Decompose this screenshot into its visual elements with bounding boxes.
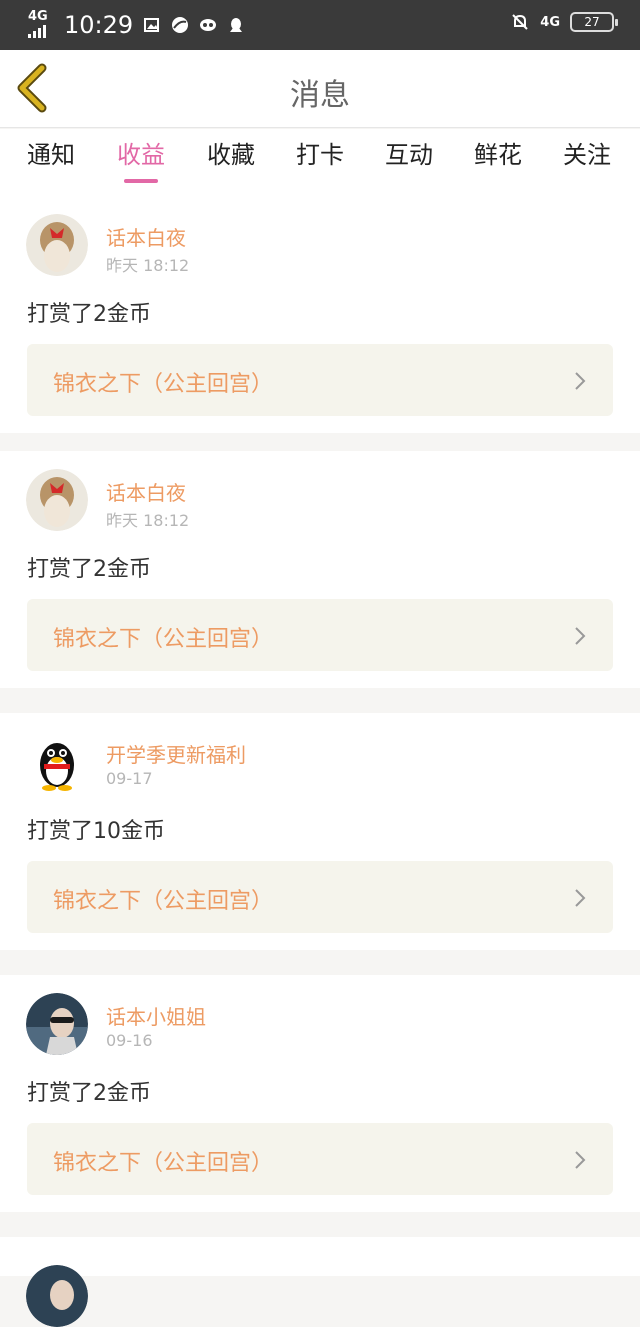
avatar[interactable]	[26, 731, 88, 793]
message-text: 打赏了2金币	[27, 557, 151, 582]
timestamp: 09-17	[106, 769, 153, 788]
book-link[interactable]: 锦衣之下（公主回宫）	[27, 344, 613, 416]
doll-avatar-icon	[26, 469, 88, 531]
gallery-icon	[144, 18, 160, 32]
status-bar: 4G 10:29 4G 27	[0, 0, 640, 50]
list-item: 话本白夜 昨天 18:12 打赏了2金币 锦衣之下（公主回宫）	[0, 451, 640, 688]
list-item: 话本小姐姐 09-16 打赏了2金币 锦衣之下（公主回宫）	[0, 975, 640, 1212]
user-name[interactable]: 开学季更新福利	[106, 739, 246, 768]
list-item: 话本白夜 昨天 18:12 打赏了2金币 锦衣之下（公主回宫）	[0, 196, 640, 433]
chevron-right-icon	[575, 627, 586, 645]
status-right: 4G 27	[510, 12, 618, 32]
browser-icon	[172, 17, 189, 33]
avatar[interactable]	[26, 214, 88, 276]
signal-icon: 4G	[28, 9, 54, 39]
tab-following[interactable]: 关注	[552, 135, 622, 183]
avatar[interactable]	[26, 1265, 88, 1327]
network-type: 4G	[28, 9, 48, 24]
user-name[interactable]: 话本白夜	[106, 477, 186, 506]
chevron-right-icon	[575, 372, 586, 390]
tab-label: 收益	[117, 141, 165, 169]
timestamp: 昨天 18:12	[106, 511, 190, 530]
timestamp: 09-16	[106, 1031, 153, 1050]
book-title: 锦衣之下（公主回宫）	[53, 372, 274, 397]
network-type-right: 4G	[540, 14, 560, 30]
mask-icon	[200, 19, 217, 31]
book-link[interactable]: 锦衣之下（公主回宫）	[27, 861, 613, 933]
nav-header: 消息	[0, 50, 640, 128]
qq-icon	[230, 18, 243, 32]
book-title: 锦衣之下（公主回宫）	[53, 627, 274, 652]
timestamp: 昨天 18:12	[106, 256, 190, 275]
clock: 10:29	[64, 11, 134, 39]
user-name[interactable]: 话本小姐姐	[106, 1001, 206, 1030]
person-avatar-icon	[26, 993, 88, 1055]
status-left: 4G 10:29	[28, 10, 245, 40]
active-tab-indicator	[124, 179, 158, 183]
doll-avatar-icon	[26, 214, 88, 276]
book-title: 锦衣之下（公主回宫）	[53, 889, 274, 914]
penguin-avatar-icon	[26, 731, 88, 793]
user-name[interactable]: 话本白夜	[106, 222, 186, 251]
list-item: 开学季更新福利 09-17 打赏了10金币 锦衣之下（公主回宫）	[0, 713, 640, 950]
book-link[interactable]: 锦衣之下（公主回宫）	[27, 1123, 613, 1195]
message-text: 打赏了2金币	[27, 1081, 151, 1106]
tab-flowers[interactable]: 鲜花	[463, 135, 533, 183]
book-link[interactable]: 锦衣之下（公主回宫）	[27, 599, 613, 671]
tab-earnings[interactable]: 收益	[106, 135, 176, 183]
avatar[interactable]	[26, 993, 88, 1055]
chevron-right-icon	[575, 889, 586, 907]
list-item-partial	[0, 1237, 640, 1327]
avatar[interactable]	[26, 469, 88, 531]
tab-label: 互动	[385, 141, 433, 169]
battery-level: 27	[584, 15, 600, 29]
tab-checkin[interactable]: 打卡	[285, 135, 355, 183]
book-title: 锦衣之下（公主回宫）	[53, 1151, 274, 1176]
person-avatar-icon	[26, 1265, 88, 1327]
message-text: 打赏了10金币	[27, 819, 165, 844]
tab-label: 收藏	[207, 141, 255, 169]
battery-icon: 27	[570, 12, 618, 32]
chevron-right-icon	[575, 1151, 586, 1169]
tab-favorites[interactable]: 收藏	[196, 135, 266, 183]
mute-bell-icon	[512, 14, 528, 30]
tab-label: 鲜花	[474, 141, 522, 169]
tab-label: 打卡	[296, 141, 344, 169]
tab-interaction[interactable]: 互动	[374, 135, 444, 183]
tab-label: 关注	[563, 141, 611, 169]
tab-bar: 通知 收益 收藏 打卡 互动 鲜花 关注	[0, 129, 640, 196]
page-title: 消息	[290, 78, 350, 113]
tab-label: 通知	[27, 141, 75, 169]
tab-notifications[interactable]: 通知	[16, 135, 86, 183]
message-text: 打赏了2金币	[27, 302, 151, 327]
